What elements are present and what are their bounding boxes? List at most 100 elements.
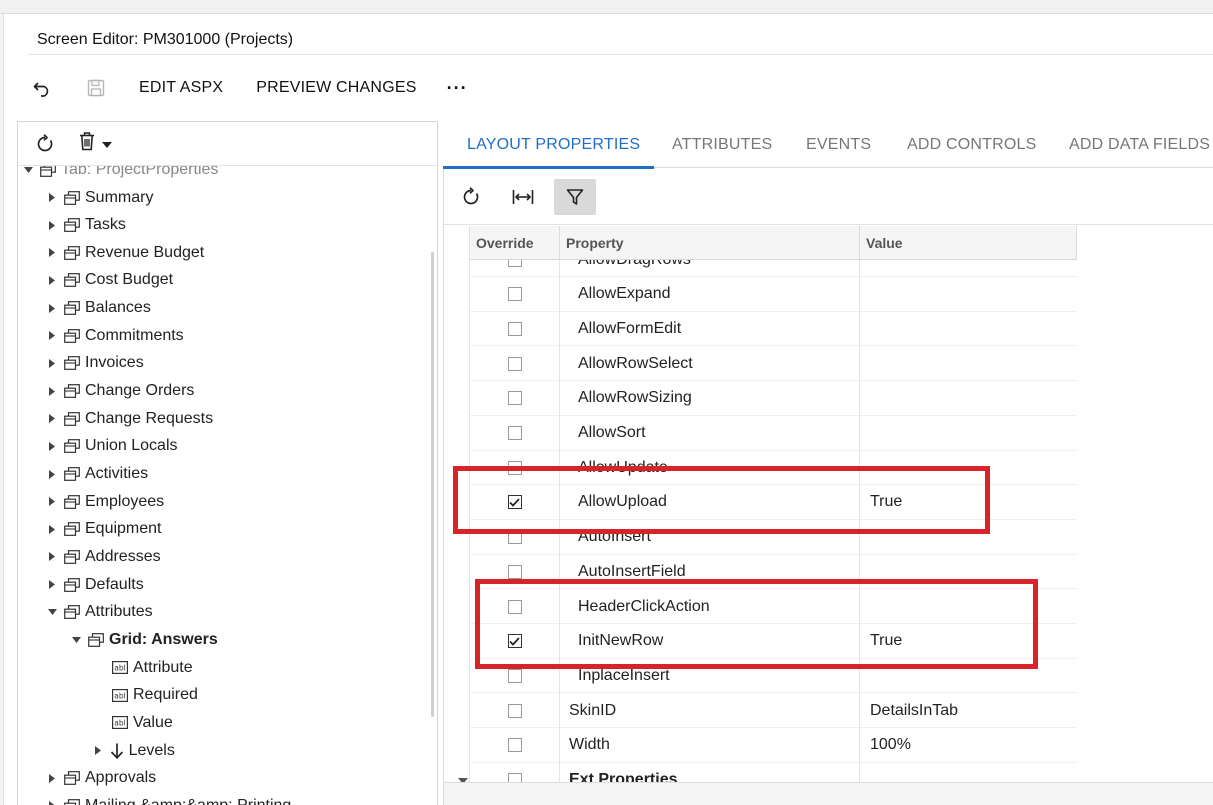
caret-right-icon[interactable] (46, 579, 58, 591)
override-checkbox[interactable] (507, 668, 522, 683)
tab-attributes[interactable]: ATTRIBUTES (672, 126, 772, 168)
caret-right-icon[interactable] (46, 413, 58, 425)
override-checkbox[interactable] (507, 260, 522, 267)
tree-item[interactable]: Change Requests (46, 405, 213, 432)
property-value[interactable] (860, 381, 1077, 416)
more-actions-button[interactable]: ··· (447, 78, 468, 99)
caret-right-icon[interactable] (46, 357, 58, 369)
tree-item[interactable]: Equipment (46, 516, 162, 543)
grid-row[interactable]: Width 100% (470, 727, 1077, 763)
title-divider (28, 54, 1213, 55)
tree-item[interactable]: Union Locals (46, 433, 178, 460)
column-header-value[interactable]: Value (860, 226, 1077, 260)
grid-row[interactable]: AllowSort (470, 415, 1077, 451)
delete-dropdown-button[interactable] (78, 131, 112, 156)
tree-panel: Tab: ProjectProperties Summary Tasks Revenu… (17, 121, 438, 805)
property-value[interactable] (860, 277, 1077, 312)
tab-layout-properties[interactable]: LAYOUT PROPERTIES (467, 126, 640, 168)
tree-item[interactable]: Employees (46, 488, 164, 515)
property-value[interactable]: DetailsInTab (860, 693, 1077, 728)
tree-scrollbar[interactable] (431, 252, 434, 717)
override-checkbox[interactable] (507, 287, 522, 302)
tree-item-label: Defaults (85, 575, 144, 593)
tree-item[interactable]: Activities (46, 461, 148, 488)
property-value[interactable] (860, 346, 1077, 381)
tree-item[interactable]: Tasks (46, 212, 126, 239)
tree-item[interactable]: Levels (92, 737, 175, 764)
tree-item[interactable]: abl Attribute (94, 654, 193, 681)
fit-width-icon[interactable] (502, 179, 544, 215)
caret-right-icon[interactable] (46, 496, 58, 508)
tree-item[interactable]: Addresses (46, 543, 161, 570)
column-header-property[interactable]: Property (560, 226, 860, 260)
tree-item[interactable]: Summary (46, 184, 153, 211)
tab-events[interactable]: EVENTS (806, 126, 871, 168)
tree-item-label: Activities (85, 465, 149, 482)
column-header-override[interactable]: Override (470, 226, 560, 260)
caret-down-icon[interactable] (70, 634, 82, 646)
caret-right-icon[interactable] (92, 745, 104, 757)
grid-row[interactable]: AllowRowSelect (470, 346, 1077, 382)
preview-changes-button[interactable]: PREVIEW CHANGES (256, 79, 416, 97)
tree-item-label: Revenue Budget (85, 243, 205, 261)
grid-row[interactable]: SkinID DetailsInTab (470, 693, 1077, 729)
tree-item[interactable]: Change Orders (46, 378, 194, 405)
override-checkbox[interactable] (507, 391, 522, 406)
grid-refresh-icon[interactable] (450, 179, 492, 215)
save-icon[interactable] (83, 75, 109, 101)
caret-right-icon[interactable] (46, 468, 58, 480)
tree-item[interactable]: Defaults (46, 571, 144, 598)
refresh-icon[interactable] (32, 131, 58, 157)
grid-row[interactable]: AllowRowSizing (470, 380, 1077, 416)
tree-item[interactable]: Commitments (46, 322, 184, 349)
caret-right-icon[interactable] (46, 219, 58, 231)
undo-icon[interactable] (30, 75, 56, 101)
tree-item[interactable]: Cost Budget (46, 267, 173, 294)
grid-row[interactable]: AllowFormEdit (470, 311, 1077, 347)
caret-right-icon[interactable] (46, 551, 58, 563)
tree-item[interactable]: abl Value (94, 709, 173, 736)
caret-right-icon[interactable] (46, 772, 58, 784)
caret-right-icon[interactable] (46, 247, 58, 259)
tree-item[interactable]: Revenue Budget (46, 239, 204, 266)
caret-right-icon[interactable] (46, 385, 58, 397)
tree-item[interactable]: Balances (46, 295, 151, 322)
filter-icon[interactable] (554, 179, 596, 215)
tree-item[interactable]: Tab: ProjectProperties (22, 166, 218, 183)
override-checkbox[interactable] (507, 564, 522, 579)
tab-icon (64, 771, 80, 786)
caret-right-icon[interactable] (46, 302, 58, 314)
tree-item[interactable]: Approvals (46, 765, 156, 792)
override-checkbox[interactable] (507, 738, 522, 753)
property-value[interactable] (860, 311, 1077, 346)
caret-down-icon[interactable] (22, 166, 34, 176)
caret-right-icon[interactable] (46, 192, 58, 204)
tree-item[interactable]: Grid: Answers (70, 626, 218, 653)
property-name: AllowDragRows (560, 260, 860, 277)
override-checkbox[interactable] (507, 426, 522, 440)
property-value[interactable]: 100% (860, 728, 1077, 763)
tree-item[interactable]: abl Required (94, 682, 198, 709)
caret-down-icon[interactable] (46, 606, 58, 618)
tab-add-data-fields[interactable]: ADD DATA FIELDS (1069, 126, 1210, 168)
edit-aspx-button[interactable]: EDIT ASPX (139, 79, 223, 97)
grid-row[interactable]: AllowDragRows (470, 260, 1077, 277)
caret-right-icon[interactable] (46, 274, 58, 286)
caret-right-icon[interactable] (46, 440, 58, 452)
grid-row[interactable]: AllowExpand (470, 276, 1077, 312)
caret-right-icon[interactable] (46, 523, 58, 535)
tab-icon (88, 632, 104, 647)
tree-item[interactable]: Attributes (46, 599, 153, 626)
tree-item-label: Employees (85, 492, 165, 510)
caret-right-icon[interactable] (46, 330, 58, 342)
override-checkbox[interactable] (507, 321, 522, 336)
tree-item[interactable]: Invoices (46, 350, 144, 377)
override-checkbox[interactable] (507, 703, 522, 718)
tree-item[interactable]: Mailing &amp;&amp; Printing (46, 792, 291, 805)
override-checkbox[interactable] (507, 356, 522, 371)
property-value[interactable] (860, 260, 1077, 277)
svg-text:abl: abl (114, 719, 125, 728)
tab-add-controls[interactable]: ADD CONTROLS (907, 126, 1037, 168)
caret-right-icon[interactable] (46, 800, 58, 805)
property-value[interactable] (860, 416, 1077, 451)
